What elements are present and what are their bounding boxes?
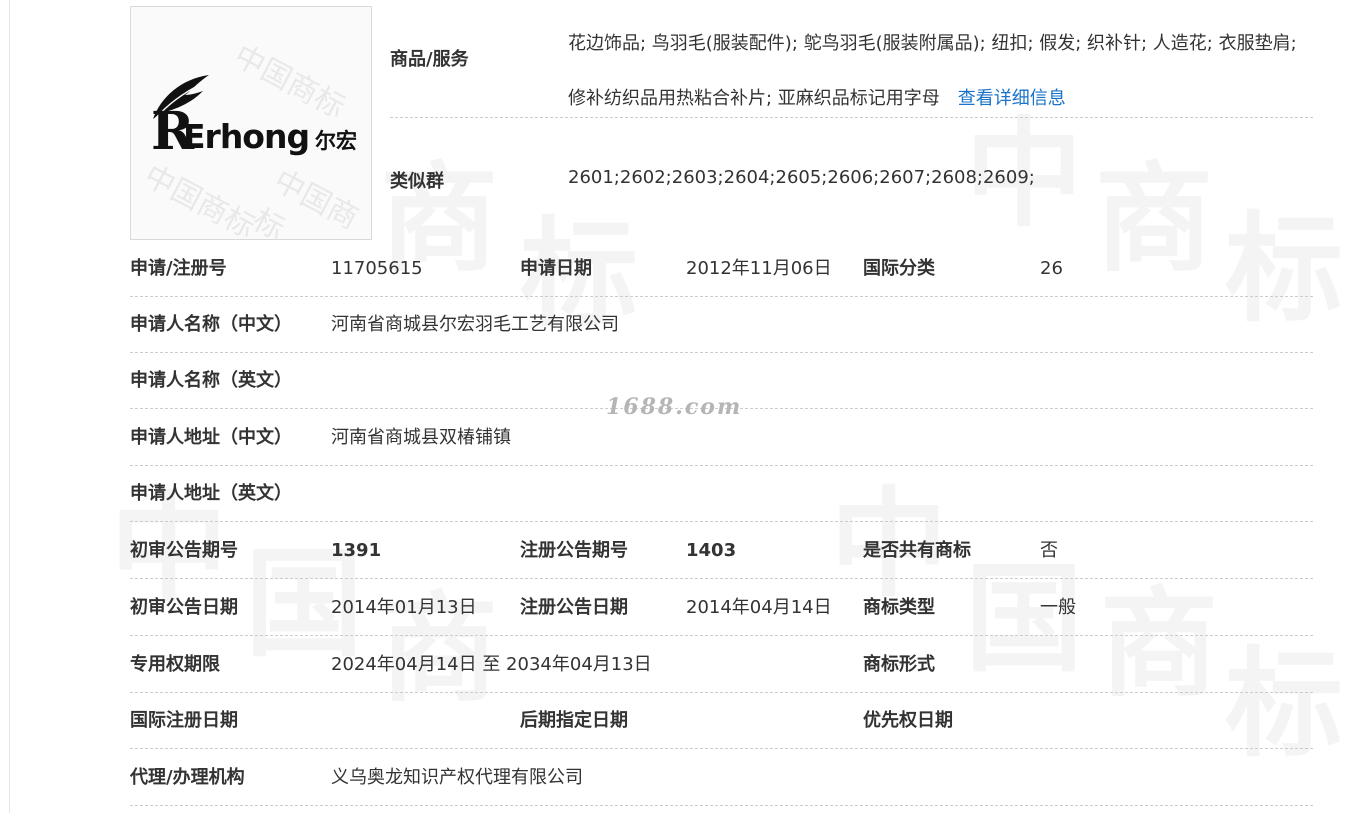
row-applicant-name-cn: 申请人名称（中文） 河南省商城县尔宏羽毛工艺有限公司 — [130, 297, 1313, 353]
field-label: 申请/注册号 — [130, 258, 227, 279]
goods-label: 商品/服务 — [390, 49, 469, 70]
row-announcement-date: 初审公告日期 2014年01月13日 注册公告日期 2014年04月14日 商标… — [130, 580, 1313, 636]
applicant-address-cn: 河南省商城县双椿铺镇 — [331, 427, 511, 448]
similar-group-label: 类似群 — [390, 171, 444, 192]
goods-list: 花边饰品; 鸟羽毛(服装配件); 鸵鸟羽毛(服装附属品); 纽扣; 假发; 织补… — [568, 16, 1313, 126]
applicant-name-cn: 河南省商城县尔宏羽毛工艺有限公司 — [331, 314, 619, 335]
trademark-image: 中国商标 中国商标 中国商标 R Erhong 尔宏 — [130, 6, 372, 240]
field-label: 申请人名称（英文） — [130, 370, 292, 391]
row-applicant-address-en: 申请人地址（英文） — [130, 466, 1313, 522]
field-label: 国际注册日期 — [130, 710, 238, 731]
similar-group-value: 2601;2602;2603;2604;2605;2606;2607;2608;… — [568, 167, 1035, 188]
field-label: 后期指定日期 — [520, 710, 628, 731]
logo-wordmark: Erhong — [183, 117, 310, 156]
trademark-type: 一般 — [1040, 597, 1076, 618]
field-label: 注册公告日期 — [520, 597, 628, 618]
field-label: 代理/办理机构 — [130, 767, 245, 788]
field-label: 申请日期 — [520, 258, 592, 279]
registration-issue-number: 1403 — [686, 540, 737, 561]
field-label: 是否共有商标 — [863, 540, 971, 561]
field-label: 初审公告期号 — [130, 540, 238, 561]
row-exclusive-term: 专用权期限 2024年04月14日 至 2034年04月13日 商标形式 — [130, 637, 1313, 693]
field-label: 商标类型 — [863, 597, 935, 618]
application-date: 2012年11月06日 — [686, 258, 832, 279]
preliminary-issue-number: 1391 — [331, 540, 382, 561]
view-details-link[interactable]: 查看详细信息 — [958, 88, 1066, 109]
site-watermark: 1688.com — [606, 394, 743, 420]
agency-name: 义乌奥龙知识产权代理有限公司 — [331, 767, 583, 788]
divider — [390, 117, 1313, 118]
field-label: 申请人地址（中文） — [130, 427, 292, 448]
field-label: 国际分类 — [863, 258, 935, 279]
field-label: 申请人地址（英文） — [130, 483, 292, 504]
row-announcement-issue: 初审公告期号 1391 注册公告期号 1403 是否共有商标 否 — [130, 523, 1313, 579]
shared-trademark: 否 — [1040, 540, 1058, 561]
field-label: 专用权期限 — [130, 654, 220, 675]
international-class: 26 — [1040, 258, 1063, 279]
registration-number: 11705615 — [331, 258, 423, 279]
preliminary-date: 2014年01月13日 — [331, 597, 477, 618]
row-international-dates: 国际注册日期 后期指定日期 优先权日期 — [130, 693, 1313, 749]
field-label: 优先权日期 — [863, 710, 953, 731]
field-label: 商标形式 — [863, 654, 935, 675]
row-registration-number: 申请/注册号 11705615 申请日期 2012年11月06日 国际分类 26 — [130, 241, 1313, 297]
exclusive-term: 2024年04月14日 至 2034年04月13日 — [331, 654, 652, 675]
logo-chinese: 尔宏 — [315, 129, 357, 153]
field-label: 申请人名称（中文） — [130, 314, 292, 335]
field-label: 注册公告期号 — [520, 540, 628, 561]
goods-text: 花边饰品; 鸟羽毛(服装配件); 鸵鸟羽毛(服装附属品); 纽扣; 假发; 织补… — [568, 33, 1297, 109]
registration-date: 2014年04月14日 — [686, 597, 832, 618]
left-border — [9, 0, 10, 813]
field-label: 初审公告日期 — [130, 597, 238, 618]
row-agency: 代理/办理机构 义乌奥龙知识产权代理有限公司 — [130, 750, 1313, 806]
